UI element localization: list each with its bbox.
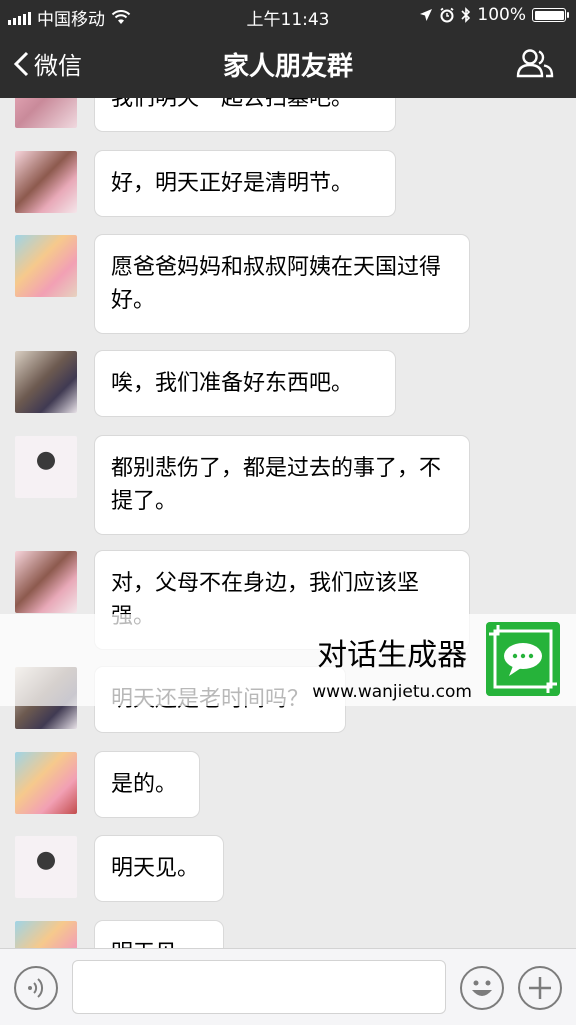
avatar[interactable] xyxy=(15,752,77,814)
location-icon xyxy=(420,9,433,21)
message-bubble[interactable]: 愿爸爸妈妈和叔叔阿姨在天国过得好。 xyxy=(95,235,469,333)
emoji-button[interactable] xyxy=(460,966,504,1010)
chat-message-list[interactable]: 我们明天一起去扫墓吧。 好，明天正好是清明节。 愿爸爸妈妈和叔叔阿姨在天国过得好… xyxy=(0,98,576,948)
top-bar: 中国移动 上午11:43 100% 微信 家人朋友群 xyxy=(0,0,576,98)
nav-bar: 微信 家人朋友群 xyxy=(0,30,576,98)
avatar[interactable] xyxy=(15,235,77,297)
smiley-icon xyxy=(472,980,492,996)
message-bubble[interactable]: 是的。 xyxy=(95,752,199,817)
avatar[interactable] xyxy=(15,351,77,413)
alarm-icon xyxy=(440,7,454,23)
message-bubble[interactable]: 唉，我们准备好东西吧。 xyxy=(95,351,395,416)
watermark-url: www.wanjietu.com xyxy=(312,682,472,702)
battery-percent: 100% xyxy=(477,5,526,25)
message-bubble[interactable]: 明天见。 xyxy=(95,921,223,948)
avatar[interactable] xyxy=(15,921,77,948)
input-toolbar xyxy=(0,948,576,1025)
avatar[interactable] xyxy=(15,98,77,128)
avatar[interactable] xyxy=(15,436,77,498)
group-members-icon[interactable] xyxy=(516,48,554,78)
watermark-banner: 对话生成器 www.wanjietu.com xyxy=(0,614,576,706)
battery-icon xyxy=(532,8,569,22)
watermark-logo-icon xyxy=(486,622,560,696)
avatar[interactable] xyxy=(15,151,77,213)
more-button[interactable] xyxy=(518,966,562,1010)
status-bar: 中国移动 上午11:43 100% xyxy=(0,0,576,30)
bluetooth-icon xyxy=(461,7,471,23)
message-bubble[interactable]: 好，明天正好是清明节。 xyxy=(95,151,395,216)
message-bubble[interactable]: 明天见。 xyxy=(95,836,223,901)
watermark-title: 对话生成器 xyxy=(317,638,468,673)
voice-button[interactable] xyxy=(14,966,58,1010)
plus-icon xyxy=(529,977,551,999)
avatar[interactable] xyxy=(15,551,77,613)
message-bubble[interactable]: 我们明天一起去扫墓吧。 xyxy=(95,98,395,131)
message-input[interactable] xyxy=(72,960,446,1014)
avatar[interactable] xyxy=(15,836,77,898)
message-bubble[interactable]: 都别悲伤了，都是过去的事了，不提了。 xyxy=(95,436,469,534)
voice-icon xyxy=(28,978,44,998)
chat-title: 家人朋友群 xyxy=(222,52,353,82)
